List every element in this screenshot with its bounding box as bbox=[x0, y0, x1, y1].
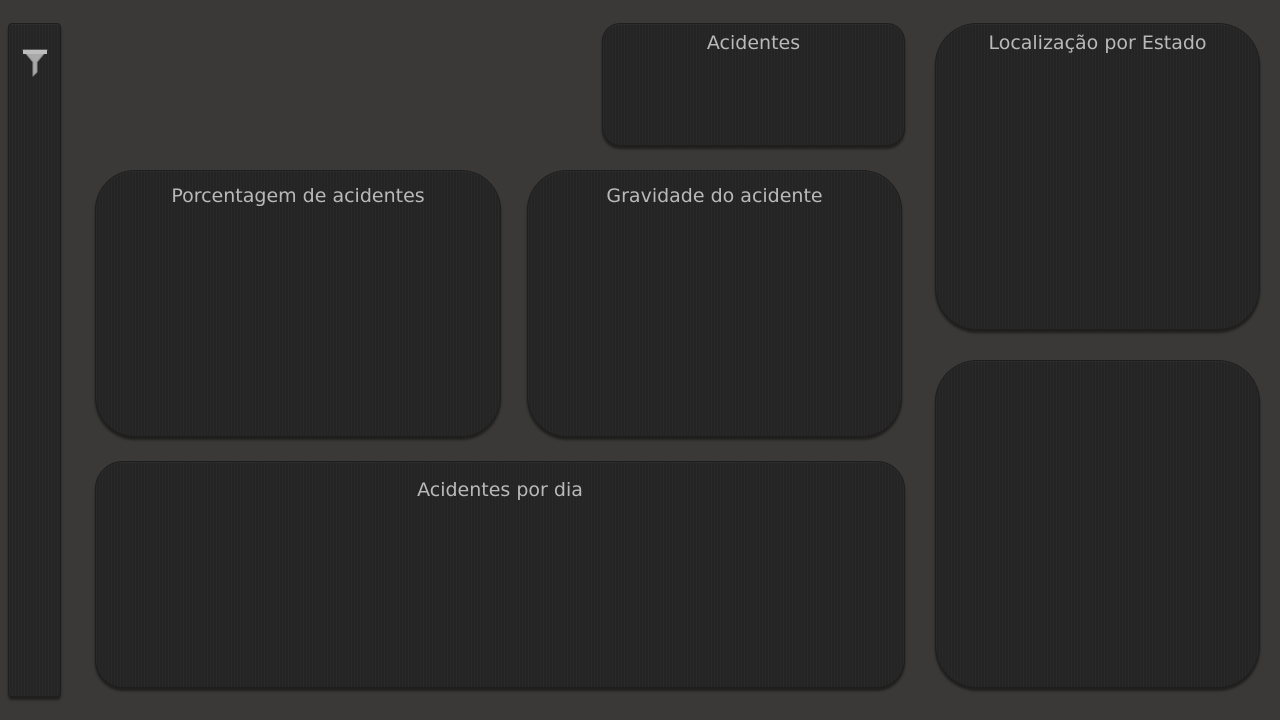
lower-right-panel bbox=[935, 360, 1260, 688]
filter-button[interactable] bbox=[22, 49, 48, 77]
por-dia-panel-title: Acidentes por dia bbox=[417, 479, 583, 501]
gravidade-do-acidente-panel: Gravidade do acidente bbox=[527, 170, 902, 437]
filter-sidebar bbox=[8, 23, 61, 697]
localizacao-por-estado-panel: Localização por Estado bbox=[935, 23, 1260, 330]
localizacao-panel-title: Localização por Estado bbox=[988, 32, 1207, 54]
porcentagem-panel-title: Porcentagem de acidentes bbox=[171, 185, 425, 207]
porcentagem-de-acidentes-panel: Porcentagem de acidentes bbox=[95, 170, 501, 437]
gravidade-panel-title: Gravidade do acidente bbox=[606, 185, 823, 207]
acidentes-card-title: Acidentes bbox=[706, 32, 801, 54]
acidentes-por-dia-panel: Acidentes por dia bbox=[95, 461, 905, 688]
filter-icon bbox=[22, 49, 48, 77]
acidentes-card: Acidentes bbox=[602, 23, 905, 146]
dashboard-canvas: Acidentes Localização por Estado Porcent… bbox=[0, 0, 1280, 720]
